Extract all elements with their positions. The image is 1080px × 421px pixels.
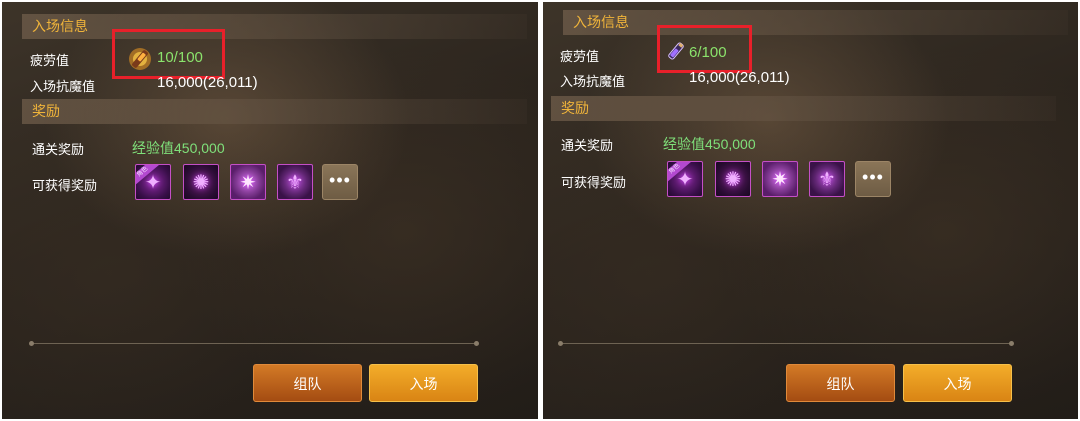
crest-shield-icon: ⚜ xyxy=(818,168,836,191)
purple-orb-icon: ✺ xyxy=(724,168,742,191)
crest-shield-icon: ⚜ xyxy=(286,171,304,194)
purple-orb-icon: ✺ xyxy=(192,171,210,194)
more-rewards-button[interactable]: ••• xyxy=(322,164,358,200)
pink-star-icon: ✷ xyxy=(771,168,789,191)
clear-reward-value: 经验值450,000 xyxy=(132,140,225,156)
reward-header: 奖励 xyxy=(22,99,527,124)
team-button[interactable]: 组队 xyxy=(786,364,895,402)
divider-dot-left xyxy=(558,341,563,346)
enter-button[interactable]: 入场 xyxy=(903,364,1012,402)
dungeon-entry-panel-left: 入场信息 疲劳值 10/100 入场抗魔值 16,000(26,011) 奖励 … xyxy=(2,2,538,419)
entry-resist-value: 16,000(26,011) xyxy=(689,69,790,86)
entry-resist-label: 入场抗魔值 xyxy=(560,74,626,89)
reward-slot-purple-orb[interactable]: ✺ xyxy=(715,161,751,197)
divider-dot-left xyxy=(29,341,34,346)
dungeon-entry-panel-right: 入场信息 疲劳值 6/100 入场抗魔值 16,000(26,011) 奖励 通… xyxy=(543,2,1078,419)
reward-slot-crest-shield[interactable]: ⚜ xyxy=(277,164,313,200)
entry-resist-label: 入场抗魔值 xyxy=(30,79,96,94)
flame-potion-icon xyxy=(129,48,151,70)
fatigue-label: 疲劳值 xyxy=(560,49,600,64)
reward-slot-character-crystal[interactable]: ✦ 角色 xyxy=(667,161,703,197)
clear-reward-label: 通关奖励 xyxy=(32,142,85,157)
entry-info-header: 入场信息 xyxy=(22,14,527,39)
pink-star-icon: ✷ xyxy=(239,171,257,194)
reward-slot-pink-star[interactable]: ✷ xyxy=(762,161,798,197)
reward-header: 奖励 xyxy=(551,96,1056,121)
entry-info-header: 入场信息 xyxy=(563,10,1068,35)
reward-slot-pink-star[interactable]: ✷ xyxy=(230,164,266,200)
fatigue-value: 6/100 xyxy=(689,44,727,61)
divider-line xyxy=(32,343,477,344)
divider-line xyxy=(561,343,1011,344)
more-rewards-button[interactable]: ••• xyxy=(855,161,891,197)
obtainable-reward-label: 可获得奖励 xyxy=(561,175,627,190)
reward-slot-character-crystal[interactable]: ✦ 角色 xyxy=(135,164,171,200)
vial-potion-icon xyxy=(668,42,684,60)
obtainable-reward-label: 可获得奖励 xyxy=(32,178,98,193)
fatigue-value: 10/100 xyxy=(157,49,203,66)
enter-button[interactable]: 入场 xyxy=(369,364,478,402)
clear-reward-label: 通关奖励 xyxy=(561,138,614,153)
divider-dot-right xyxy=(474,341,479,346)
reward-slot-purple-orb[interactable]: ✺ xyxy=(183,164,219,200)
team-button[interactable]: 组队 xyxy=(253,364,362,402)
reward-slot-crest-shield[interactable]: ⚜ xyxy=(809,161,845,197)
divider-dot-right xyxy=(1009,341,1014,346)
entry-resist-value: 16,000(26,011) xyxy=(157,74,258,91)
fatigue-label: 疲劳值 xyxy=(30,53,70,68)
clear-reward-value: 经验值450,000 xyxy=(663,136,756,152)
